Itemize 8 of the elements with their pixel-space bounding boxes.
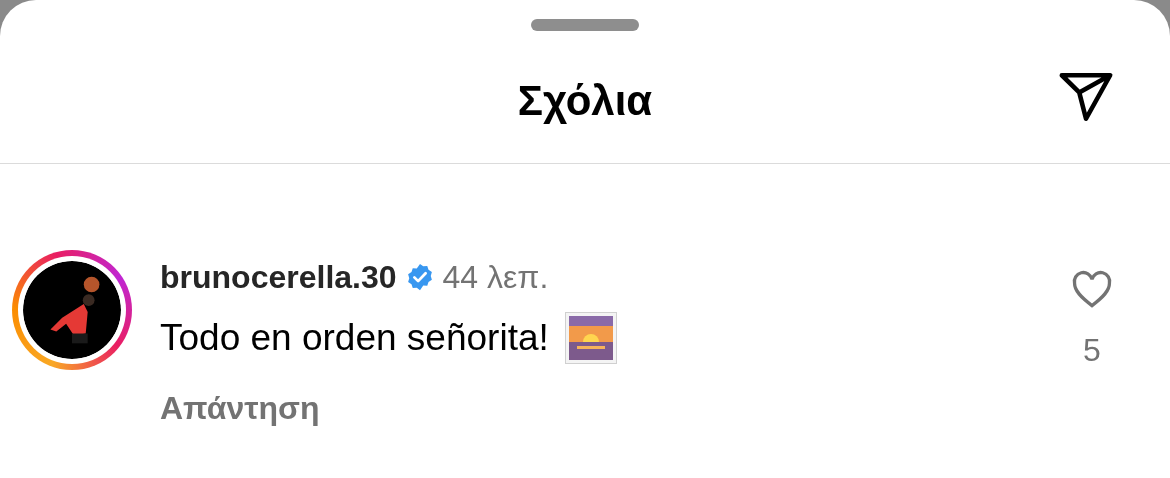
comment-time: 44 λεπ. xyxy=(442,258,549,297)
drag-handle[interactable] xyxy=(531,19,639,31)
like-count: 5 xyxy=(1083,331,1101,370)
comment-text: Todo en orden señorita! xyxy=(160,316,549,360)
sunrise-icon xyxy=(564,312,617,364)
reply-button[interactable]: Απάντηση xyxy=(160,384,320,432)
sheet-title: Σχόλια xyxy=(517,76,653,126)
username[interactable]: brunocerella.30 xyxy=(160,253,397,301)
